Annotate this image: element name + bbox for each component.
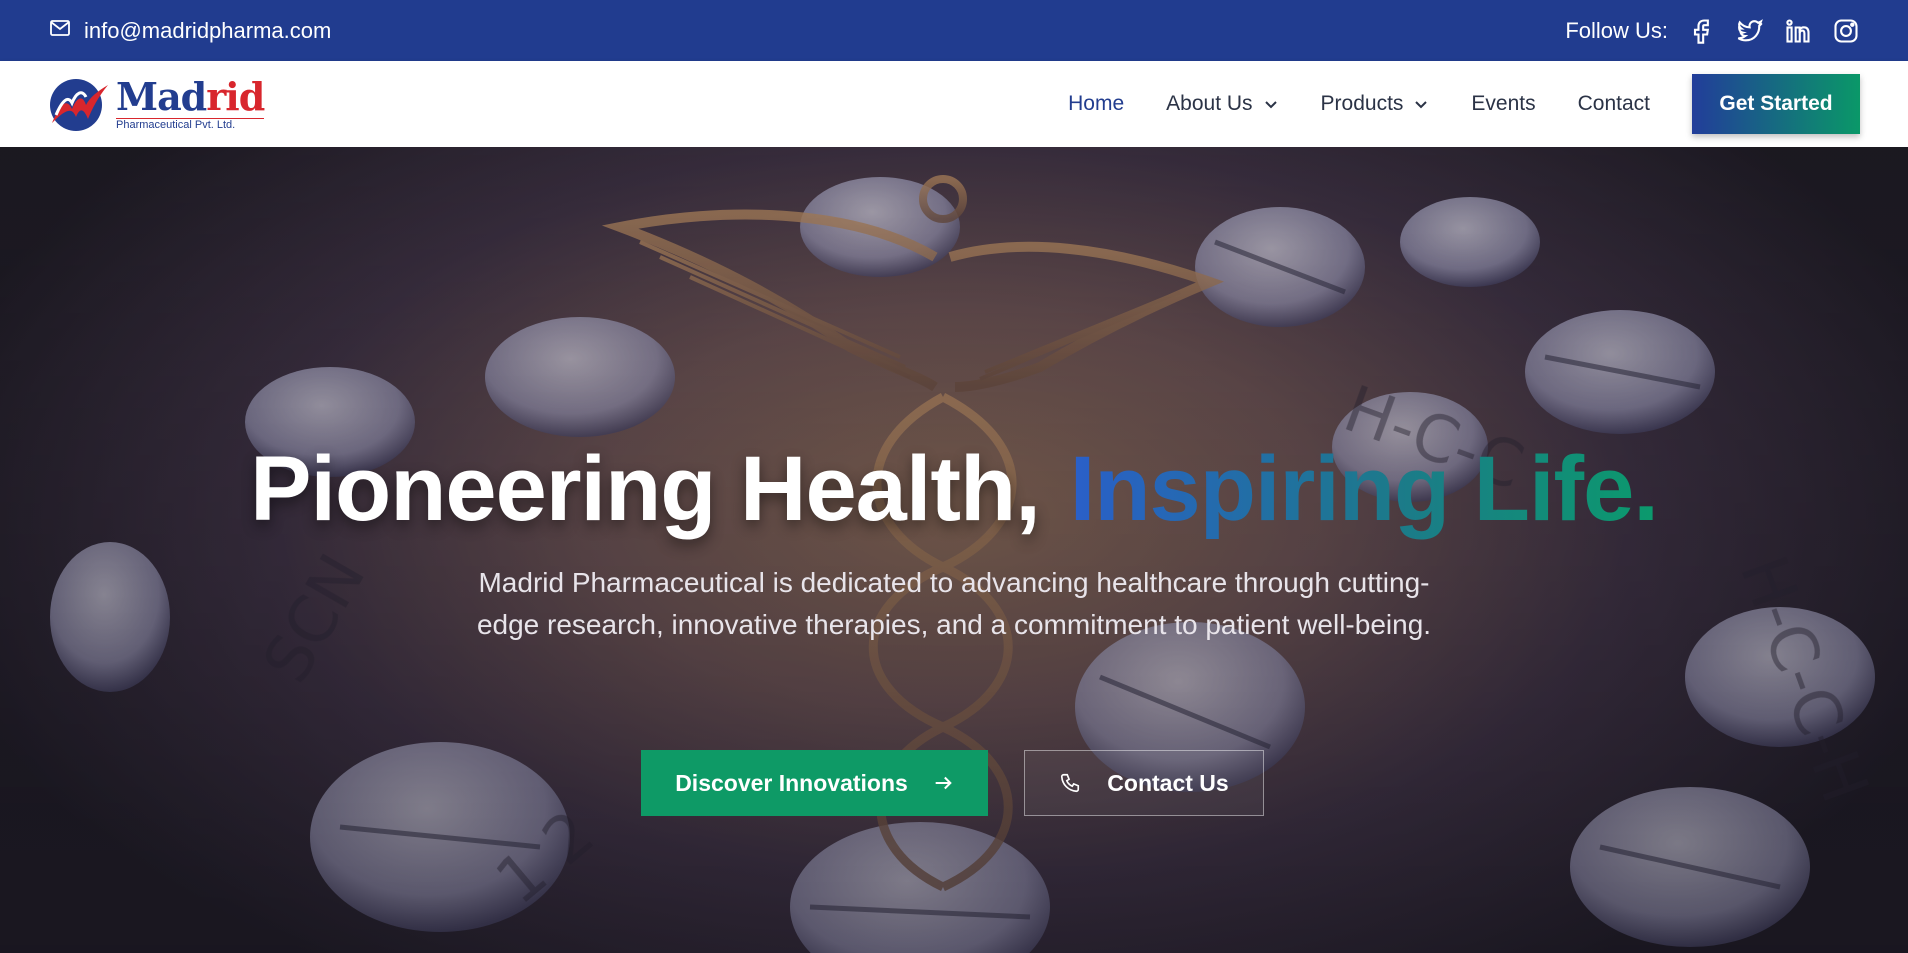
top-contact-bar: info@madridpharma.com Follow Us: — [0, 0, 1908, 61]
chevron-down-icon — [1415, 101, 1428, 109]
nav-item-events[interactable]: Events — [1471, 92, 1535, 116]
linkedin-icon[interactable] — [1784, 17, 1812, 45]
discover-button-label: Discover Innovations — [675, 769, 908, 796]
instagram-icon[interactable] — [1832, 17, 1860, 45]
hero-headline: Pioneering Health, Inspiring Life. — [0, 437, 1908, 542]
facebook-icon[interactable] — [1688, 17, 1716, 45]
logo-brand-part2: rid — [206, 73, 265, 119]
contact-us-button[interactable]: Contact Us — [1024, 750, 1264, 816]
nav-item-label: Products — [1320, 92, 1404, 115]
get-started-button[interactable]: Get Started — [1692, 74, 1860, 134]
logo-subtitle: Pharmaceutical Pvt. Ltd. — [116, 117, 265, 131]
nav-item-contact[interactable]: Contact — [1578, 92, 1650, 116]
email-text[interactable]: info@madridpharma.com — [84, 18, 331, 44]
nav-item-products[interactable]: Products — [1321, 92, 1430, 116]
nav-item-label: About Us — [1166, 92, 1253, 115]
nav-item-label: Contact — [1577, 92, 1650, 115]
social-links: Follow Us: — [1565, 17, 1860, 45]
chevron-down-icon — [1264, 101, 1277, 109]
headline-main: Pioneering Health, — [250, 438, 1041, 540]
follow-label: Follow Us: — [1565, 17, 1668, 43]
company-logo[interactable]: Madrid Pharmaceutical Pvt. Ltd. — [46, 75, 265, 133]
headline-accent: Inspiring Life. — [1069, 438, 1659, 540]
logo-brand: Madrid — [116, 77, 265, 116]
hero-cta-group: Discover Innovations Contact Us — [641, 750, 1264, 816]
nav-item-home[interactable]: Home — [1068, 92, 1124, 116]
phone-icon — [1061, 773, 1080, 793]
mail-icon — [48, 16, 72, 46]
discover-innovations-button[interactable]: Discover Innovations — [641, 750, 988, 816]
twitter-icon[interactable] — [1736, 17, 1764, 45]
logo-brand-part1: Mad — [116, 73, 207, 119]
nav-menu: Home About Us Products Events Contact Ge… — [1026, 74, 1860, 134]
contact-button-label: Contact Us — [1107, 769, 1229, 796]
logo-mark-icon — [50, 79, 108, 131]
main-navbar: Madrid Pharmaceutical Pvt. Ltd. Home Abo… — [0, 61, 1908, 147]
nav-item-label: Events — [1471, 92, 1536, 115]
arrow-right-icon — [935, 776, 952, 790]
nav-item-label: Home — [1068, 92, 1125, 115]
hero-overlay — [0, 147, 1908, 953]
hero-section: SCN H-C-C H-C-C-H 1 2 Pioneering Health,… — [0, 147, 1908, 953]
hero-tagline: Madrid Pharmaceutical is dedicated to ad… — [476, 567, 1432, 640]
email-link[interactable]: info@madridpharma.com — [48, 16, 331, 46]
nav-item-about-us[interactable]: About Us — [1166, 92, 1278, 116]
